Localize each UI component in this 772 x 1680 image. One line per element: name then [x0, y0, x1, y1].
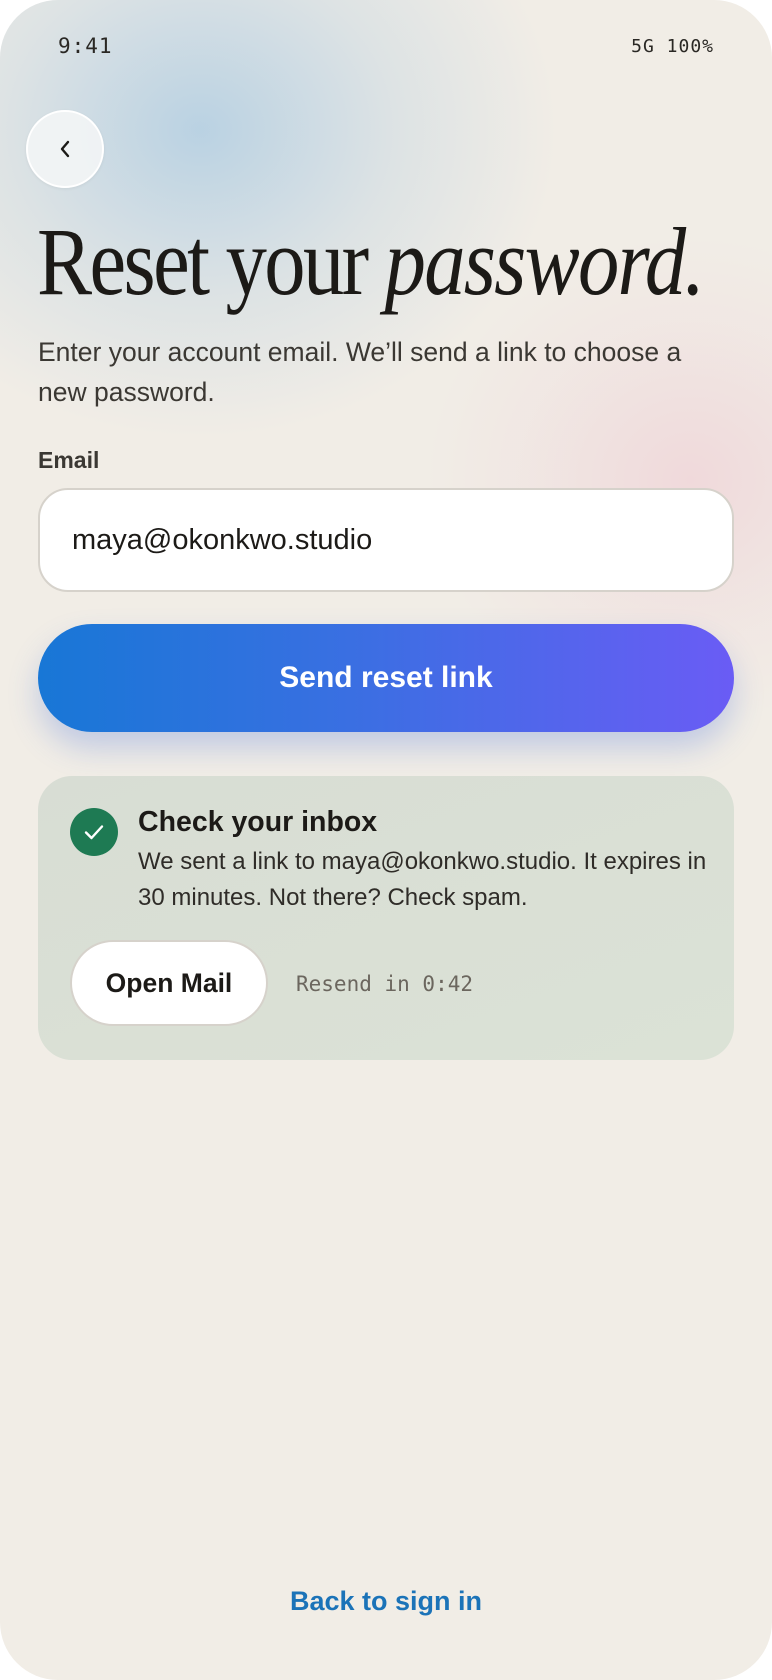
confirmation-card: Check your inbox We sent a link to maya@… — [38, 776, 734, 1060]
email-label: Email — [38, 447, 100, 473]
phone-screen: 9:41 5G 100% Reset your password. Enter … — [0, 0, 772, 1680]
page-description: Enter your account email. We’ll send a l… — [38, 337, 682, 407]
confirmation-title: Check your inbox — [138, 806, 378, 838]
back-button[interactable] — [26, 110, 104, 188]
open-mail-button[interactable]: Open Mail — [70, 940, 268, 1026]
page-title-plain: Reset your — [37, 208, 369, 315]
check-icon — [70, 808, 118, 856]
email-field[interactable] — [38, 488, 734, 592]
send-reset-link-button[interactable]: Send reset link — [38, 624, 734, 732]
resend-countdown: Resend in 0:42 — [296, 972, 474, 996]
status-bar: 9:41 5G 100% — [58, 34, 714, 62]
page-title: Reset your password. — [37, 212, 705, 312]
page-title-emphasis: password. — [384, 208, 705, 315]
status-time: 9:41 — [58, 34, 113, 58]
status-network-battery: 5G 100% — [631, 36, 714, 57]
confirmation-message: We sent a link to maya@okonkwo.studio. I… — [138, 848, 707, 911]
chevron-left-icon — [58, 138, 72, 160]
back-to-sign-in-link[interactable]: Back to sign in — [0, 1586, 772, 1617]
